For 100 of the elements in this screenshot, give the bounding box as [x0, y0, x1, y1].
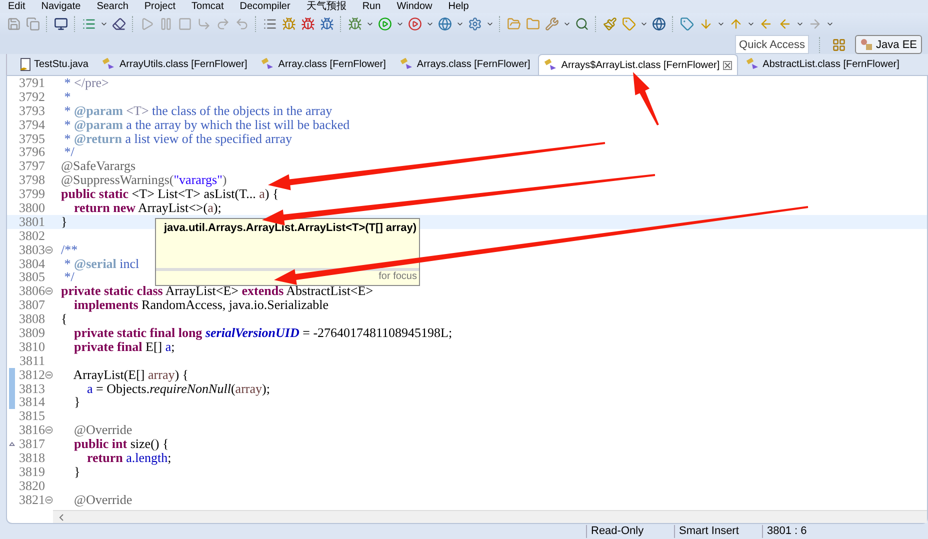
fold-icon[interactable]: [45, 246, 53, 254]
line-number: 3818: [18, 451, 45, 465]
line-number: 3814: [18, 395, 45, 410]
perspective-button[interactable]: Java EE: [855, 35, 922, 54]
save-all-icon[interactable]: [25, 16, 41, 32]
menu-item[interactable]: Edit: [8, 0, 26, 13]
line-number: 3794: [18, 118, 45, 132]
java-file-icon: [19, 58, 31, 70]
line-number: 3792: [18, 90, 45, 104]
code-line: private static final long serialVersionUID = -2764017481108945198L;: [73, 326, 452, 340]
menu-item[interactable]: Decompiler: [240, 0, 290, 13]
scroll-left-icon[interactable]: [59, 514, 64, 520]
folder-icon[interactable]: [525, 16, 541, 32]
line-number: 3791: [18, 76, 45, 90]
wrench-icon[interactable]: [544, 16, 560, 32]
bug-icon[interactable]: [347, 16, 363, 32]
code-line: *: [63, 90, 71, 104]
undo-icon[interactable]: [234, 16, 250, 32]
status-field: 3801 : 6: [762, 525, 850, 538]
code-line: }: [73, 395, 80, 410]
code-line: @SuppressWarnings("varargs"): [61, 173, 227, 188]
line-number: 3801: [18, 214, 45, 229]
code-line: public int size() {: [73, 437, 169, 452]
globe-icon[interactable]: [437, 16, 453, 32]
code-line: * @param <T> the class of the objects in the array: [63, 104, 332, 118]
code-line: public static <T> List<T> asList(T... a) {: [61, 187, 279, 202]
line-number: 3817: [18, 437, 45, 452]
tab-label: Arrays$ArrayList.class [FernFlower]: [561, 60, 720, 70]
line-number: 3819: [18, 464, 45, 479]
editor-tab[interactable]: Array.class [FernFlower]: [255, 53, 392, 75]
line-number: 3811: [18, 354, 45, 368]
line-number: 3807: [18, 298, 45, 312]
line-number: 3816: [18, 423, 45, 438]
tab-label: AbstractList.class [FernFlower]: [762, 58, 900, 70]
code-line: {: [61, 312, 68, 326]
signature-text: java.util.Arrays.ArrayList.ArrayList<T>(T[] array): [156, 219, 419, 237]
code-line: @Override: [73, 423, 132, 438]
menu-item[interactable]: Tomcat: [192, 0, 224, 13]
editor-tab[interactable]: ArrayUtils.class [FernFlower]: [96, 53, 254, 75]
menu-item[interactable]: Window: [396, 0, 432, 13]
code-line: return new ArrayList<>(a);: [74, 200, 222, 215]
class-file-icon: [261, 58, 276, 70]
line-number: 3820: [18, 478, 45, 493]
tab-label: ArrayUtils.class [FernFlower]: [119, 58, 248, 70]
play-icon[interactable]: [377, 16, 393, 32]
globe-icon[interactable]: [651, 16, 667, 32]
code-line: /**: [61, 242, 78, 257]
gear-icon[interactable]: [467, 16, 483, 32]
tag-icon[interactable]: [679, 16, 695, 32]
horizontal-scrollbar[interactable]: [53, 510, 927, 523]
class-file-icon: [746, 58, 760, 70]
menu-item[interactable]: 天气预报: [306, 0, 346, 13]
open-perspective-icon[interactable]: [831, 36, 848, 52]
code-line: ArrayList(E[] array) {: [72, 368, 189, 382]
close-icon[interactable]: [722, 60, 732, 70]
line-number: 3806: [18, 284, 45, 298]
code-editor[interactable]: [6, 75, 928, 524]
code-line: */: [63, 145, 74, 160]
editor-tab[interactable]: Arrays$ArrayList.class [FernFlower]: [538, 54, 738, 75]
quick-access-field[interactable]: Quick Access: [735, 35, 810, 54]
stop-icon[interactable]: [177, 16, 193, 32]
menu-item[interactable]: Search: [96, 0, 128, 13]
menu-item[interactable]: Help: [448, 0, 469, 13]
menu-item[interactable]: Navigate: [41, 0, 81, 13]
step-icon[interactable]: [196, 16, 212, 32]
editor-tab[interactable]: TestStu.java: [13, 53, 94, 75]
class-file-icon: [544, 59, 558, 71]
code-line: implements RandomAccess, java.io.Serializable: [74, 298, 329, 312]
redo-icon[interactable]: [215, 16, 231, 32]
code-line: return a.length;: [87, 451, 172, 465]
search-icon[interactable]: [574, 16, 590, 32]
line-number: 3805: [18, 270, 45, 284]
status-field: Smart Insert: [674, 525, 762, 538]
play-icon[interactable]: [407, 16, 423, 32]
line-number: 3804: [18, 256, 45, 271]
fold-icon[interactable]: [45, 370, 53, 379]
line-number: 3795: [18, 132, 45, 146]
tag-icon[interactable]: [621, 16, 637, 32]
annotation-arrow: [633, 72, 659, 126]
fold-icon[interactable]: [45, 426, 53, 434]
folder-icon[interactable]: [506, 16, 522, 32]
editor-tab[interactable]: AbstractList.class [FernFlower]: [740, 53, 906, 75]
line-number: 3797: [18, 159, 45, 174]
menu-item[interactable]: Project: [144, 0, 176, 13]
fold-icon[interactable]: [45, 287, 53, 296]
line-number: 3803: [18, 242, 45, 257]
monitor-icon[interactable]: [53, 16, 69, 32]
line-number: 3821: [18, 492, 45, 507]
line-number: 3810: [18, 340, 45, 354]
editor-tab[interactable]: Arrays.class [FernFlower]: [394, 53, 536, 75]
code-line: * @serial incl: [63, 256, 140, 271]
brush-icon[interactable]: [602, 16, 618, 32]
code-line: private final E[] a;: [73, 340, 175, 354]
line-number: 3812: [18, 368, 45, 382]
menu-item[interactable]: Run: [362, 0, 381, 13]
fold-icon[interactable]: [45, 496, 53, 504]
class-file-icon: [102, 58, 116, 70]
code-line: a = Objects.requireNonNull(array);: [87, 382, 270, 396]
code-line: * </pre>: [63, 76, 109, 90]
save-icon[interactable]: [6, 16, 22, 32]
